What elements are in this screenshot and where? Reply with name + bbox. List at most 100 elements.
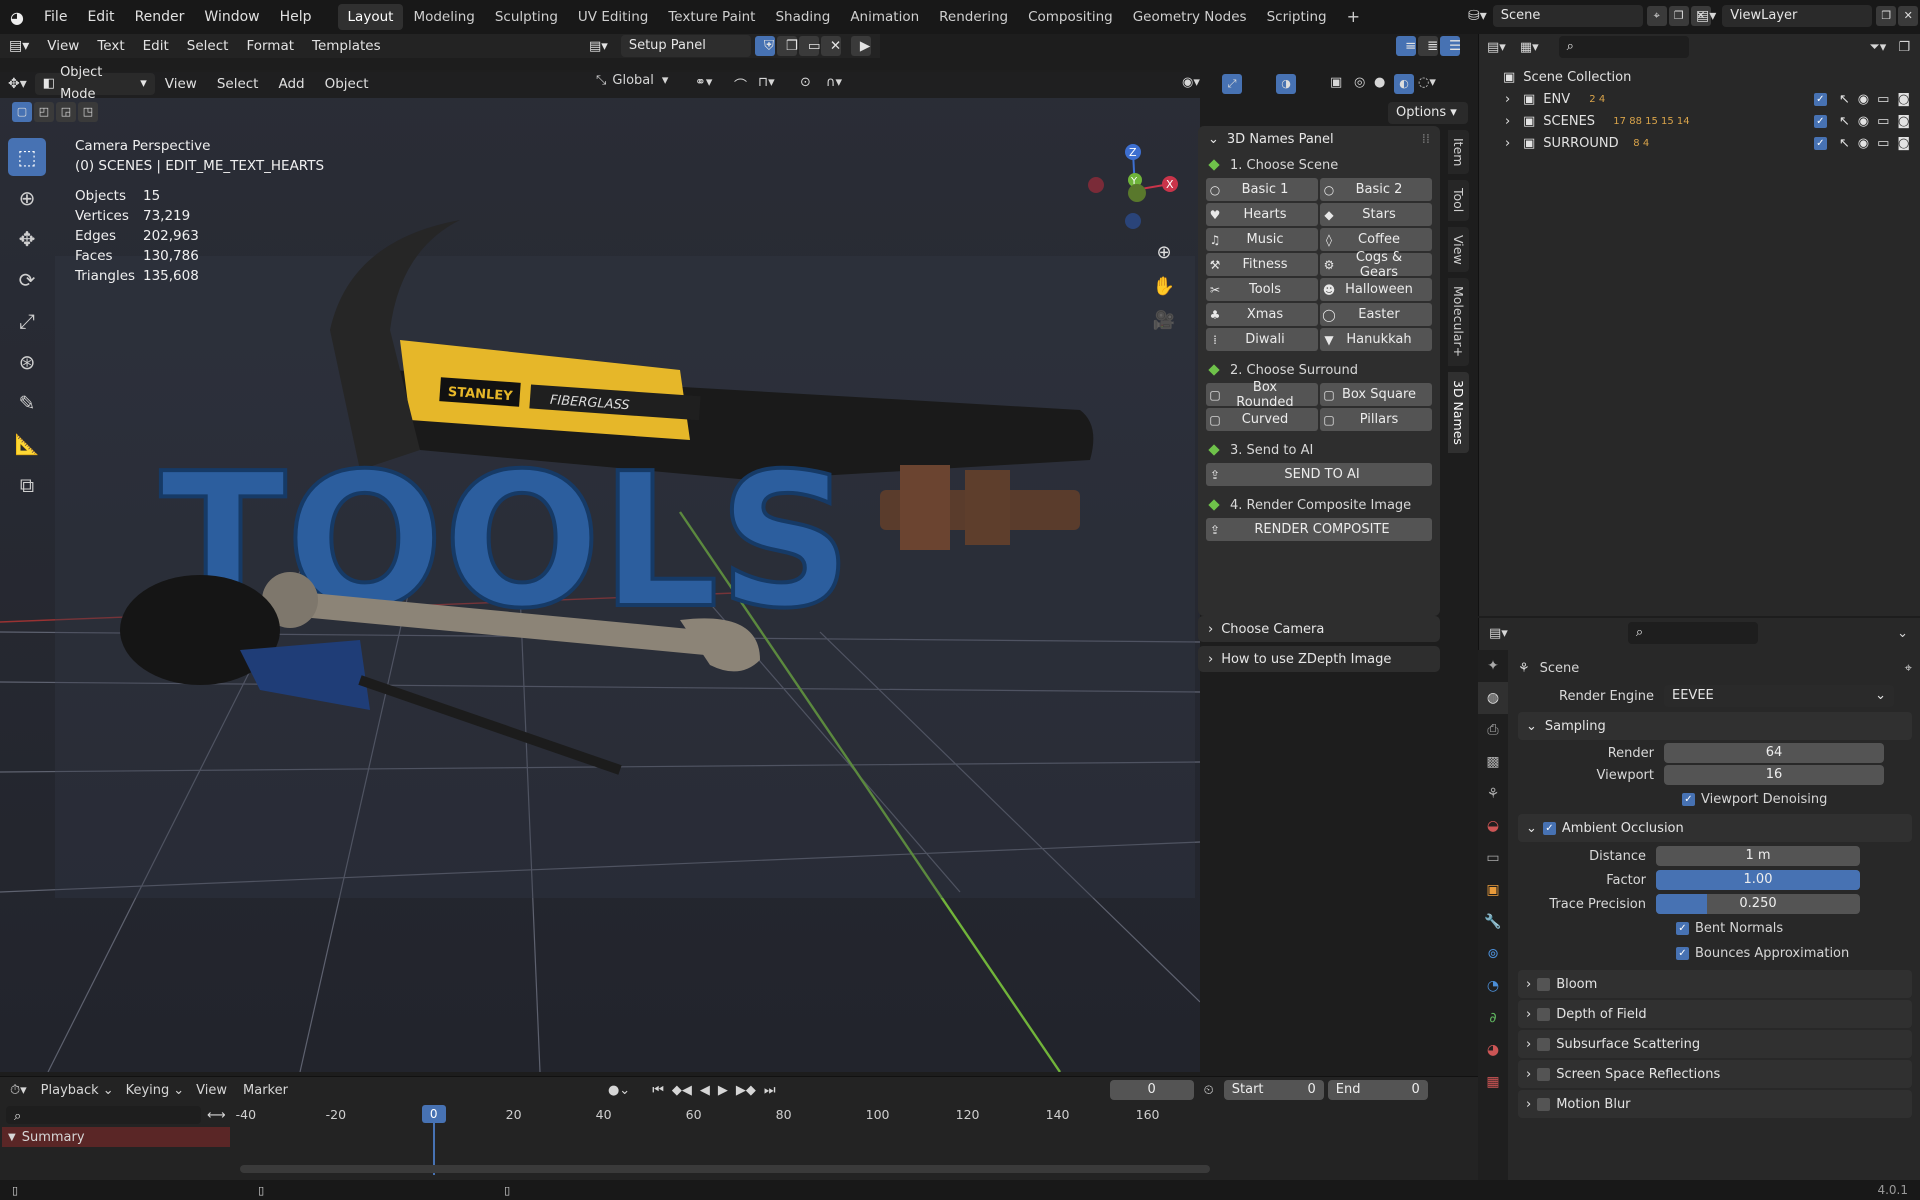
line-numbers-icon[interactable]: ≡ bbox=[1396, 36, 1416, 56]
scene-button-basic-1[interactable]: ○ Basic 1 bbox=[1206, 178, 1318, 201]
render-tab-icon[interactable]: ◍ bbox=[1478, 682, 1508, 714]
start-frame-field[interactable]: Start 0 bbox=[1223, 1080, 1324, 1100]
scene-button-basic-2[interactable]: ○ Basic 2 bbox=[1320, 178, 1432, 201]
eye-icon[interactable]: ◉ bbox=[1858, 114, 1869, 129]
zdepth-help-panel[interactable]: › How to use ZDepth Image bbox=[1198, 646, 1440, 672]
tab-modeling[interactable]: Modeling bbox=[403, 4, 484, 30]
tab-animation[interactable]: Animation bbox=[840, 4, 929, 30]
ao-factor-slider[interactable]: 1.00 bbox=[1656, 870, 1860, 890]
scene-collection-row[interactable]: ▣ Scene Collection bbox=[1479, 66, 1920, 88]
overlay-toggle-icon[interactable]: ◑ bbox=[1276, 74, 1296, 94]
viewport-denoising-row[interactable]: ✓ Viewport Denoising bbox=[1518, 786, 1912, 812]
unlink-text-icon[interactable]: ✕ bbox=[820, 36, 841, 56]
select-extend-icon[interactable]: ◰ bbox=[34, 102, 54, 122]
timeline-menu-playback[interactable]: Playback bbox=[41, 1083, 99, 1098]
viewlayer-field[interactable]: ViewLayer bbox=[1722, 5, 1873, 27]
bent-normals-row[interactable]: ✓ Bent Normals bbox=[1518, 916, 1912, 940]
menu-window[interactable]: Window bbox=[194, 9, 269, 25]
rendered-shading-icon[interactable]: ◌▾ bbox=[1418, 75, 1436, 90]
scene-button-stars[interactable]: ◆ Stars bbox=[1320, 203, 1432, 226]
jump-end-icon[interactable]: ⏭ bbox=[764, 1083, 776, 1098]
bent-normals-checkbox[interactable]: ✓ bbox=[1676, 921, 1689, 935]
ambient-occlusion-section[interactable]: ⌄ ✓ Ambient Occlusion bbox=[1518, 814, 1912, 842]
pan-hand-icon[interactable]: ✋ bbox=[1152, 270, 1176, 304]
section-screen-space-reflections[interactable]: › Screen Space Reflections bbox=[1518, 1060, 1912, 1088]
vp-menu-select[interactable]: Select bbox=[207, 76, 269, 92]
move-icon[interactable]: ✥ bbox=[8, 220, 46, 258]
select-new-icon[interactable]: ▢ bbox=[12, 102, 32, 122]
expand-arrow-icon[interactable]: › bbox=[1505, 136, 1523, 151]
view-layer-tab-icon[interactable]: ▩ bbox=[1478, 746, 1508, 778]
timeline-scrollbar[interactable] bbox=[240, 1165, 1210, 1173]
cursor-icon[interactable]: ⊕ bbox=[8, 179, 46, 217]
tab-item[interactable]: Item bbox=[1448, 130, 1469, 175]
editor-type-icon[interactable]: ▤▾ bbox=[0, 38, 38, 54]
timeline-editor-icon[interactable]: ⏱▾ bbox=[10, 1083, 27, 1098]
playhead-current-frame[interactable]: 0 bbox=[421, 1105, 446, 1123]
annotate-icon[interactable]: ✎ bbox=[8, 384, 46, 422]
timeline-menu-marker[interactable]: Marker bbox=[243, 1083, 288, 1098]
include-checkbox[interactable]: ✓ bbox=[1813, 136, 1827, 150]
text-menu-view[interactable]: View bbox=[38, 38, 88, 54]
viewport-samples-field[interactable]: 16 bbox=[1664, 765, 1884, 785]
outliner-row-scenes[interactable]: › ▣ SCENES 17 88 15 15 14 ✓ ↖ ◉ ▭ ◙ bbox=[1479, 110, 1920, 132]
proportional-edit-icon[interactable]: ⊙ bbox=[800, 75, 811, 90]
mode-dropdown[interactable]: ◧ Object Mode ▾ bbox=[34, 65, 155, 102]
transform-orientation[interactable]: ⤡ Global ▾ bbox=[596, 73, 668, 88]
scene-button-cogs-gears[interactable]: ⚙ Cogs & Gears bbox=[1320, 250, 1432, 280]
scene-button-easter[interactable]: ◯ Easter bbox=[1320, 303, 1432, 326]
render-camera-icon[interactable]: ◙ bbox=[1897, 136, 1910, 151]
filter-icon[interactable]: ⏷▾ bbox=[1869, 40, 1886, 55]
scene-button-hearts[interactable]: ♥ Hearts bbox=[1206, 203, 1318, 226]
options-dropdown[interactable]: Options ▾ bbox=[1388, 102, 1468, 124]
pin-icon[interactable]: ⌖ bbox=[1905, 661, 1912, 676]
tab-geometry-nodes[interactable]: Geometry Nodes bbox=[1123, 4, 1257, 30]
section-motion-blur[interactable]: › Motion Blur bbox=[1518, 1090, 1912, 1118]
add-workspace-icon[interactable]: + bbox=[1337, 4, 1370, 30]
measure-icon[interactable]: 📐 bbox=[8, 425, 46, 463]
bounces-checkbox[interactable]: ✓ bbox=[1676, 946, 1689, 960]
bounces-row[interactable]: ✓ Bounces Approximation bbox=[1518, 940, 1912, 966]
new-text-icon[interactable]: ❐ bbox=[776, 36, 798, 56]
stopwatch-icon[interactable]: ⏲ bbox=[1204, 1083, 1214, 1098]
frame-range-icon[interactable]: ⟷ bbox=[207, 1108, 226, 1123]
scene-button-diwali[interactable]: ⁞ Diwali bbox=[1206, 328, 1318, 351]
timeline-menu-keying[interactable]: Keying bbox=[126, 1083, 170, 1098]
render-camera-icon[interactable]: ◙ bbox=[1897, 92, 1910, 107]
properties-options-icon[interactable]: ⌄ bbox=[1897, 626, 1908, 641]
xray-icon[interactable]: ▣ bbox=[1330, 75, 1342, 90]
scene-button-coffee[interactable]: ◊ Coffee bbox=[1320, 228, 1432, 251]
section-enable-checkbox[interactable] bbox=[1537, 1067, 1551, 1081]
viewport-disable-icon[interactable]: ▭ bbox=[1877, 92, 1889, 107]
fake-user-shield-icon[interactable]: ⛨ bbox=[754, 36, 775, 56]
zoom-icon[interactable]: ⊕ bbox=[1152, 236, 1176, 270]
solid-shading-icon[interactable]: ● bbox=[1374, 75, 1385, 90]
tab-texture-paint[interactable]: Texture Paint bbox=[658, 4, 765, 30]
blender-logo-icon[interactable]: ◕ bbox=[0, 8, 34, 27]
menu-render[interactable]: Render bbox=[125, 9, 195, 25]
constraints-tab-icon[interactable]: ∂ bbox=[1478, 1002, 1508, 1034]
collection-tab-icon[interactable]: ▭ bbox=[1478, 842, 1508, 874]
new-scene-icon[interactable]: ❐ bbox=[1668, 6, 1689, 26]
selectable-icon[interactable]: ↖ bbox=[1839, 136, 1850, 151]
sampling-section[interactable]: ⌄ Sampling bbox=[1518, 712, 1912, 740]
pin-icon[interactable]: ⌖ bbox=[1646, 6, 1667, 26]
prev-keyframe-icon[interactable]: ◆◀ bbox=[672, 1083, 692, 1098]
scene-button-halloween[interactable]: ☻ Halloween bbox=[1320, 278, 1432, 301]
scene-button-tools[interactable]: ✂ Tools bbox=[1206, 278, 1318, 301]
section-enable-checkbox[interactable] bbox=[1537, 977, 1551, 991]
play-icon[interactable]: ▶ bbox=[718, 1083, 728, 1098]
section-enable-checkbox[interactable] bbox=[1537, 1007, 1551, 1021]
menu-help[interactable]: Help bbox=[270, 9, 322, 25]
ao-distance-field[interactable]: 1 m bbox=[1656, 846, 1860, 866]
delete-viewlayer-icon[interactable]: ✕ bbox=[1898, 6, 1919, 26]
selectable-icon[interactable]: ↖ bbox=[1839, 114, 1850, 129]
selectable-icon[interactable]: ↖ bbox=[1839, 92, 1850, 107]
tab-tool[interactable]: Tool bbox=[1448, 180, 1469, 221]
tab-layout[interactable]: Layout bbox=[337, 4, 404, 30]
camera-view-icon[interactable]: 🎥 bbox=[1152, 304, 1176, 338]
scene-icon[interactable]: ⛁▾ bbox=[1468, 8, 1487, 24]
snap-icon[interactable]: ⌒ bbox=[734, 75, 747, 94]
surround-button-box-rounded[interactable]: ▢ Box Rounded bbox=[1206, 380, 1318, 410]
viewport-disable-icon[interactable]: ▭ bbox=[1877, 114, 1889, 129]
